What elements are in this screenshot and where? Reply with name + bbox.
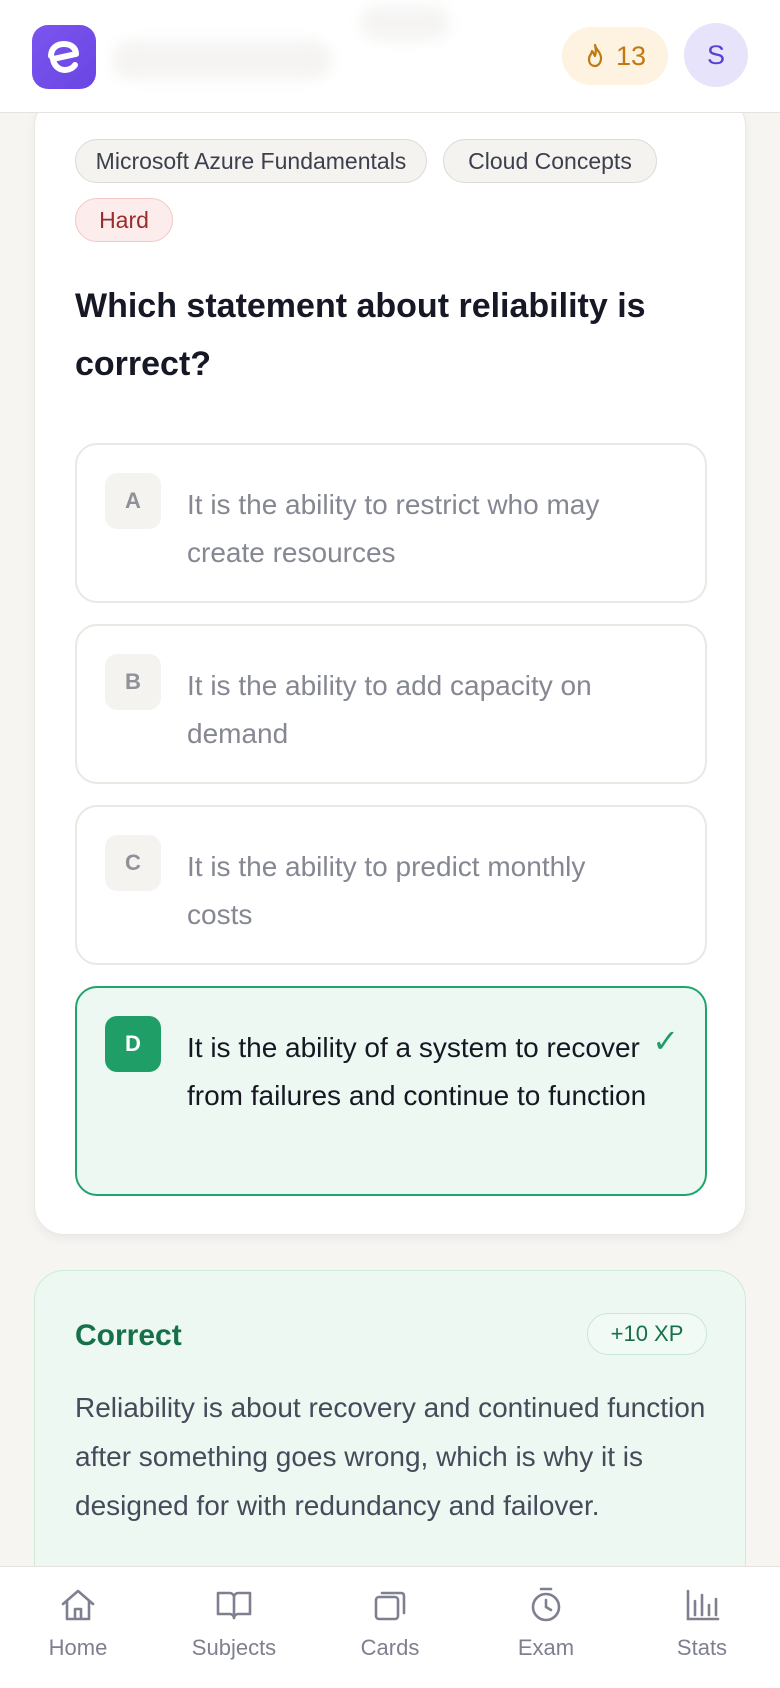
flame-icon: [587, 43, 603, 68]
nav-label: Home: [48, 1635, 108, 1660]
question-card: Microsoft Azure Fundamentals Cloud Conce…: [34, 96, 746, 1235]
answer-option-a[interactable]: A It is the ability to restrict who may …: [75, 443, 707, 603]
nav-label: Subjects: [191, 1635, 277, 1660]
nav-item-stats[interactable]: Stats: [642, 1585, 762, 1675]
cards-icon: [374, 1591, 406, 1621]
option-letter: C: [105, 835, 161, 891]
streak-counter[interactable]: 13: [562, 27, 668, 85]
quiz-screen: Microsoft Azure Fundamentals Cloud Conce…: [0, 0, 780, 1688]
streak-count: 13: [615, 40, 647, 71]
topic-tag: Cloud Concepts: [443, 139, 657, 183]
option-text: It is the ability to add capacity on dem…: [187, 670, 592, 749]
option-text: It is the ability of a system to recover…: [187, 1032, 647, 1111]
nav-label: Exam: [517, 1635, 575, 1660]
option-text: It is the ability to predict monthly cos…: [187, 851, 586, 930]
nav-item-subjects[interactable]: Subjects: [174, 1585, 294, 1675]
difficulty-badge: Hard: [75, 198, 173, 242]
book-icon: [216, 1591, 252, 1620]
nav-label: Cards: [360, 1635, 420, 1660]
feedback-title: Correct: [75, 1319, 182, 1352]
nav-item-cards[interactable]: Cards: [330, 1585, 450, 1675]
nav-item-exam[interactable]: Exam: [486, 1585, 606, 1675]
feedback-explanation: Reliability is about recovery and contin…: [75, 1392, 706, 1521]
nav-label: Stats: [676, 1635, 728, 1660]
answer-option-b[interactable]: B It is the ability to add capacity on d…: [75, 624, 707, 784]
app-header: 13 S: [0, 0, 780, 113]
logo-e-icon[interactable]: [32, 25, 96, 89]
option-letter: A: [105, 473, 161, 529]
header-blur-decoration: [360, 6, 450, 40]
question-text: Which statement about reliability is cor…: [75, 287, 646, 383]
xp-badge: +10 XP: [587, 1313, 707, 1355]
subject-tag: Microsoft Azure Fundamentals: [75, 139, 427, 183]
bottom-nav: Home Subjects Cards Exam Stats: [0, 1566, 780, 1688]
option-letter: B: [105, 654, 161, 710]
header-title-blur: [112, 40, 332, 80]
answer-option-c[interactable]: C It is the ability to predict monthly c…: [75, 805, 707, 965]
home-icon: [61, 1589, 95, 1621]
answer-option-d[interactable]: D It is the ability of a system to recov…: [75, 986, 707, 1196]
check-icon: ✓: [652, 1023, 679, 1059]
bar-chart-icon: [686, 1589, 720, 1621]
option-letter: D: [105, 1016, 161, 1072]
avatar[interactable]: S: [684, 23, 748, 87]
stopwatch-icon: [531, 1587, 561, 1622]
nav-item-home[interactable]: Home: [18, 1585, 138, 1675]
option-text: It is the ability to restrict who may cr…: [187, 489, 600, 568]
